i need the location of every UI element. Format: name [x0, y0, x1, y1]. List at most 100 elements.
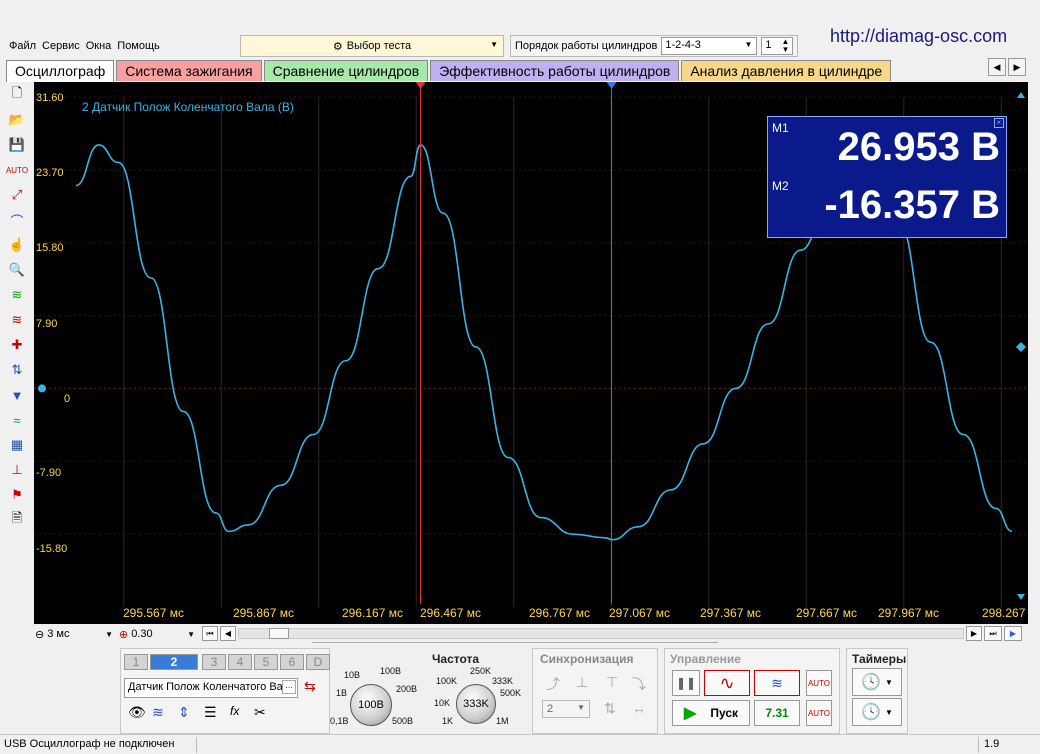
- step-forward-button[interactable]: ▶: [966, 626, 982, 641]
- timer1-button[interactable]: 🕓 ▼: [852, 668, 902, 696]
- channel-icon[interactable]: ≈: [6, 409, 28, 431]
- save-icon[interactable]: 💾: [6, 134, 28, 156]
- scroll-down-icon[interactable]: [1017, 594, 1025, 600]
- menu-windows[interactable]: Окна: [85, 38, 113, 56]
- sine-mode-button[interactable]: ∿: [704, 670, 750, 696]
- channel-button-2[interactable]: 2: [150, 654, 198, 670]
- zoom-select[interactable]: ⊕ 0.30 ▼: [118, 626, 198, 642]
- sync-pos-icon[interactable]: ↔: [632, 700, 646, 716]
- zero-level-marker[interactable]: [38, 384, 46, 393]
- measurement-panel[interactable]: × M1 26.953 В M2 -16.357 В: [767, 116, 1007, 238]
- channel-button-5[interactable]: 5: [254, 654, 278, 670]
- chevron-down-icon: ▼: [105, 629, 113, 639]
- sync-level-icon[interactable]: ⇅: [604, 700, 616, 717]
- filter-icon[interactable]: ▼: [6, 384, 28, 406]
- channel-button-4[interactable]: 4: [228, 654, 252, 670]
- channel-button-1[interactable]: 1: [124, 654, 148, 670]
- waves-icon[interactable]: ≋: [6, 284, 28, 306]
- plus-icon[interactable]: ⊕: [119, 628, 128, 641]
- tools-icon[interactable]: ✂: [254, 704, 266, 721]
- go-end-button[interactable]: ⏭: [984, 626, 1002, 641]
- waves2-icon[interactable]: ≋: [6, 309, 28, 331]
- pause-button[interactable]: ❚❚: [672, 670, 700, 696]
- sync-rise-icon[interactable]: ⤴: [546, 674, 560, 694]
- control-title: Управление: [670, 652, 741, 666]
- flag-icon[interactable]: ⚑: [6, 484, 28, 506]
- frequency-knob[interactable]: 333K: [456, 684, 496, 724]
- frequency-knob-value: 333K: [463, 698, 489, 710]
- auto-run-button[interactable]: AUTO: [806, 700, 832, 726]
- zoom-icon[interactable]: 🔍: [6, 259, 28, 281]
- auto-mode-button[interactable]: AUTO: [806, 670, 832, 696]
- timer2-button[interactable]: 🕓 ▼: [852, 698, 902, 726]
- scroll-up-icon[interactable]: [1017, 92, 1025, 98]
- volt-tick-10: 10В: [344, 670, 361, 680]
- start-button[interactable]: ▶ Пуск: [672, 700, 750, 726]
- tab-ignition[interactable]: Система зажигания: [116, 60, 262, 81]
- menu-service[interactable]: Сервис: [41, 38, 81, 56]
- timers-title: Таймеры: [852, 652, 907, 666]
- scroll-track[interactable]: [238, 628, 964, 639]
- y-tick-label: -7.90: [36, 467, 62, 479]
- tab-cylinder-compare[interactable]: Сравнение цилиндров: [263, 60, 429, 81]
- tab-scroll-right[interactable]: ▶: [1008, 58, 1026, 76]
- voltage-knob-value: 100В: [358, 699, 384, 711]
- tab-pressure-analysis[interactable]: Анализ давления в цилиндре: [681, 60, 892, 81]
- lines-icon[interactable]: ☰: [204, 704, 217, 721]
- marker-handle-1[interactable]: [415, 82, 426, 89]
- menu-help[interactable]: Помощь: [116, 38, 161, 56]
- step-back-button[interactable]: ◀: [220, 626, 236, 641]
- level-marker-icon[interactable]: [1016, 342, 1026, 352]
- sync-channel-select[interactable]: 2 ▼: [542, 700, 590, 718]
- cylinder-order-select[interactable]: 1-2-4-3 ▼: [661, 37, 758, 55]
- test-select[interactable]: ⚙ Выбор теста ▼: [240, 35, 504, 57]
- add-channel-icon[interactable]: ✚: [6, 334, 28, 356]
- probe-icon[interactable]: ⇆: [304, 678, 316, 695]
- sync-fall-icon[interactable]: ⤵: [632, 674, 646, 694]
- tab-cylinder-efficiency[interactable]: Эффективность работы цилиндров: [430, 60, 680, 81]
- sync-down-icon[interactable]: ⊤: [606, 674, 618, 691]
- x-tick-label: 297.967 мс: [878, 606, 939, 620]
- channel-button-6[interactable]: 6: [280, 654, 304, 670]
- channel-button-3[interactable]: 3: [202, 654, 226, 670]
- chevron-down-icon: ▼: [744, 40, 753, 49]
- more-button[interactable]: …: [282, 680, 296, 694]
- channel-button-D[interactable]: D: [306, 654, 330, 670]
- zoom-value: 0.30: [131, 628, 153, 640]
- freq-tick-1k: 1K: [442, 716, 454, 726]
- marker-handle-2[interactable]: [606, 82, 617, 89]
- channel-name-field[interactable]: Датчик Полож Коленчатого Ва: [124, 678, 298, 698]
- open-folder-icon[interactable]: 📂: [6, 109, 28, 131]
- minus-icon[interactable]: ⊖: [35, 628, 44, 641]
- timebase-select[interactable]: ⊖ 3 мс ▼: [34, 626, 116, 642]
- rate-display[interactable]: 7.31: [754, 700, 800, 726]
- table-icon[interactable]: ▦: [6, 434, 28, 456]
- zero-icon[interactable]: ⊥: [6, 459, 28, 481]
- cylinder-order-label: Порядок работы цилиндров: [515, 40, 658, 52]
- menu-file[interactable]: Файл: [8, 38, 37, 56]
- eye-icon[interactable]: 👁: [128, 704, 146, 721]
- scroll-thumb[interactable]: [269, 628, 289, 639]
- new-file-icon[interactable]: 🗋: [6, 84, 28, 106]
- tab-scroll-left[interactable]: ◀: [988, 58, 1006, 76]
- noise-mode-button[interactable]: ≋: [754, 670, 800, 696]
- cursor-icon[interactable]: ⤢: [6, 184, 28, 206]
- arc-icon[interactable]: ⌒: [6, 209, 28, 231]
- auto-icon[interactable]: AUTO: [6, 159, 28, 181]
- cylinder-spin[interactable]: 1 ▲ ▼: [761, 37, 794, 55]
- x-tick-label: 297.067 мс: [609, 606, 670, 620]
- invert-icon[interactable]: ≋: [152, 704, 164, 721]
- marker-icon[interactable]: ⇅: [6, 359, 28, 381]
- note-icon[interactable]: 🗎: [6, 509, 28, 531]
- go-start-button[interactable]: ⏮: [202, 626, 218, 641]
- play-button[interactable]: ▶: [1004, 626, 1022, 641]
- tab-oscilloscope[interactable]: Осциллограф: [6, 60, 115, 82]
- cylinder-spin-value: 1: [765, 39, 772, 51]
- status-divider: [196, 737, 197, 753]
- voltage-knob[interactable]: 100В: [350, 684, 392, 726]
- position-icon[interactable]: ⇕: [178, 704, 190, 721]
- sync-up-icon[interactable]: ⊥: [576, 674, 588, 691]
- function-icon[interactable]: fx: [230, 704, 239, 718]
- hand-icon[interactable]: ☝: [6, 234, 28, 256]
- freq-tick-500k: 500K: [500, 688, 522, 698]
